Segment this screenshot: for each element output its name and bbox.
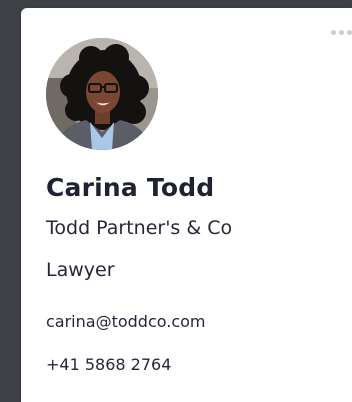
email-link[interactable]: carina@toddco.com — [46, 312, 206, 331]
avatar — [46, 38, 158, 150]
profile-card: Carina Todd Todd Partner's & Co Lawyer c… — [21, 8, 352, 402]
more-options-button[interactable] — [324, 22, 352, 42]
avatar-photo — [46, 38, 158, 150]
more-horizontal-icon-dot — [339, 29, 344, 35]
more-horizontal-icon-dot — [347, 29, 352, 35]
profile-name: Carina Todd — [46, 173, 215, 202]
profile-role: Lawyer — [46, 259, 115, 281]
profile-company: Todd Partner's & Co — [46, 217, 233, 239]
more-horizontal-icon — [331, 29, 336, 35]
phone-link[interactable]: +41 5868 2764 — [46, 355, 171, 374]
